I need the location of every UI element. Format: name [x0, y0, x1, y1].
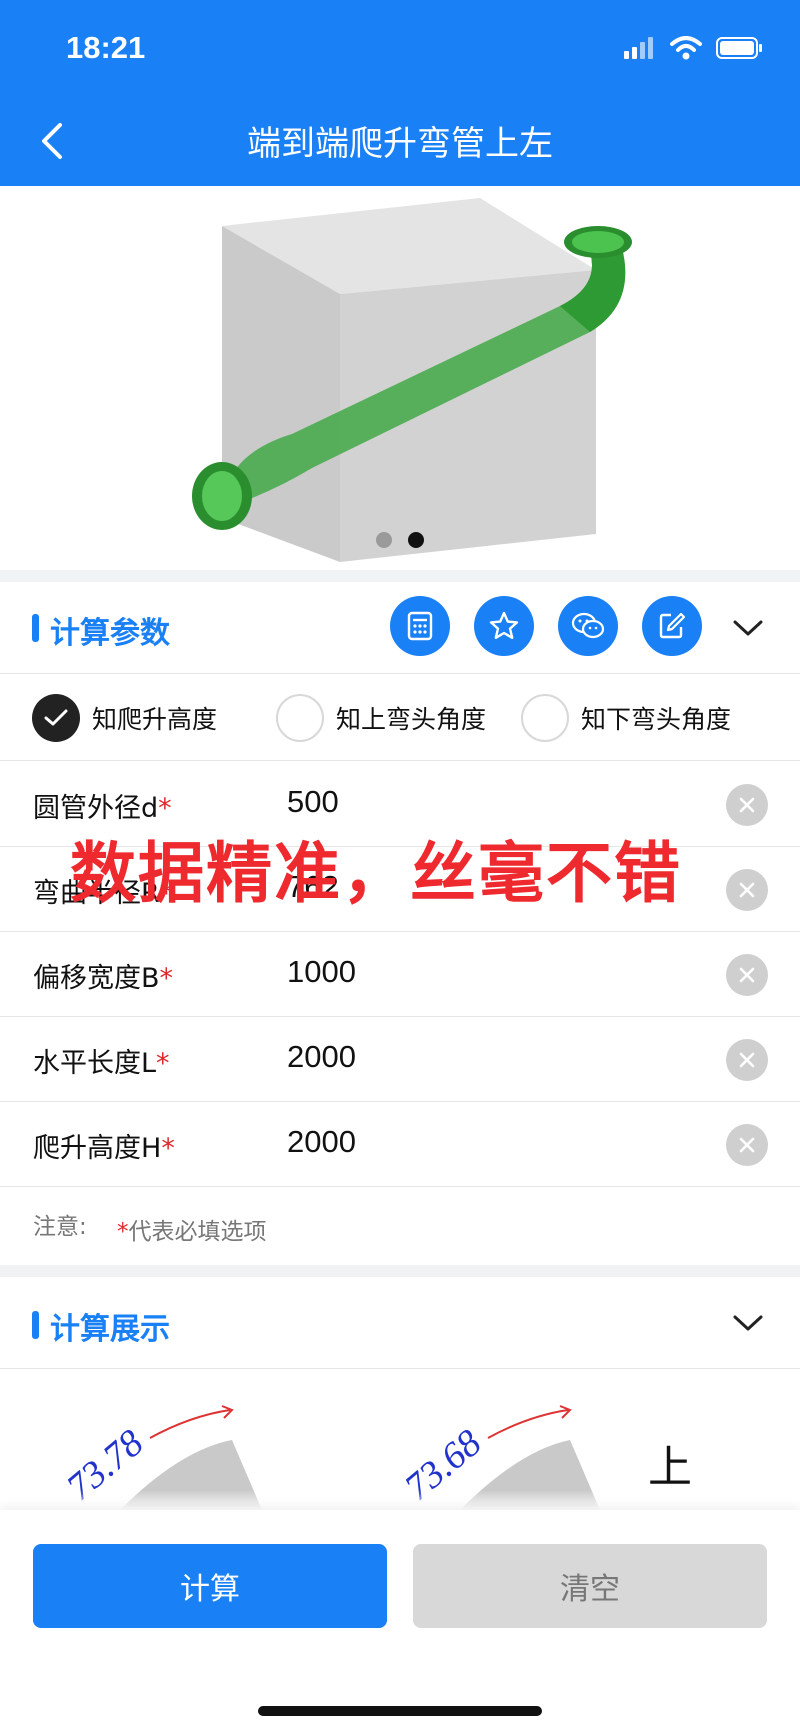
wechat-share-button[interactable] [558, 596, 618, 656]
home-indicator[interactable] [258, 1706, 542, 1716]
note-text: *代表必填选项 [117, 1219, 267, 1245]
unfold-drawing: 73.78 73.68 上 [59, 1405, 692, 1510]
hero-carousel[interactable] [0, 186, 800, 570]
climb-height-input[interactable]: 2000 [287, 1124, 356, 1160]
clear-field-button[interactable] [726, 1124, 768, 1166]
calculate-button[interactable]: 计算 [33, 1544, 387, 1628]
display-section-header: 计算展示 [0, 1277, 800, 1369]
favorite-button[interactable] [474, 596, 534, 656]
mode-option-climb-height[interactable]: 知爬升高度 [32, 694, 217, 742]
promo-overlay-text: 数据精准，丝毫不错 [70, 835, 682, 912]
radio-checked[interactable] [32, 694, 80, 742]
carousel-dot-active[interactable] [408, 532, 424, 548]
clear-all-button[interactable]: 清空 [413, 1544, 767, 1628]
close-icon [739, 1052, 755, 1068]
section-accent-bar [32, 1311, 39, 1339]
field-horizontal-length: 水平长度L* 2000 [0, 1017, 800, 1102]
mode-label: 知下弯头角度 [581, 705, 732, 734]
horizontal-length-input[interactable]: 2000 [287, 1039, 356, 1075]
close-icon [739, 882, 755, 898]
wechat-icon [571, 612, 605, 639]
chevron-down-icon [733, 1315, 763, 1331]
offset-width-input[interactable]: 1000 [287, 954, 356, 990]
preview-fade [0, 1490, 800, 1510]
carousel-dot[interactable] [376, 532, 392, 548]
status-time: 18:21 [66, 30, 146, 65]
mode-selector: 知爬升高度 知上弯头角度 知下弯头角度 [0, 673, 800, 761]
signal-icon [624, 37, 653, 59]
params-collapse-toggle[interactable] [728, 608, 768, 648]
close-icon [739, 967, 755, 983]
close-icon [739, 1137, 755, 1153]
field-climb-height: 爬升高度H* 2000 [0, 1102, 800, 1187]
field-label: 爬升高度H* [33, 1133, 175, 1164]
field-label: 偏移宽度B* [33, 963, 174, 994]
chevron-down-icon [733, 620, 763, 636]
clear-field-button[interactable] [726, 1039, 768, 1081]
check-icon [44, 709, 68, 726]
edit-icon [659, 612, 686, 639]
clear-field-button[interactable] [726, 784, 768, 826]
clear-field-button[interactable] [726, 954, 768, 996]
note-label: 注意: [33, 1214, 87, 1240]
mode-option-upper-angle[interactable]: 知上弯头角度 [276, 694, 486, 742]
battery-icon [716, 37, 762, 59]
unfold-direction-char: 上 [648, 1443, 692, 1492]
mode-label: 知上弯头角度 [336, 705, 487, 734]
page-title: 端到端爬升弯管上左 [247, 124, 553, 164]
calculator-button[interactable] [390, 596, 450, 656]
section-gap [0, 570, 800, 582]
field-offset-width: 偏移宽度B* 1000 [0, 932, 800, 1017]
pipe-illustration [192, 198, 632, 562]
section-accent-bar [32, 614, 39, 642]
top-bar: 18:21 端到端爬升弯管上左 [0, 0, 800, 186]
params-section-title: 计算参数 [50, 616, 170, 651]
clear-field-button[interactable] [726, 869, 768, 911]
mode-label: 知爬升高度 [92, 705, 218, 734]
wifi-icon [670, 36, 702, 60]
display-collapse-toggle[interactable] [728, 1303, 768, 1343]
field-label: 水平长度L* [33, 1048, 170, 1079]
radio-unchecked[interactable] [276, 694, 324, 742]
bottom-action-bar: 计算 清空 [0, 1510, 800, 1731]
section-gap [0, 1265, 800, 1277]
carousel-dots [0, 532, 800, 548]
edit-button[interactable] [642, 596, 702, 656]
close-icon [739, 797, 755, 813]
display-section-title: 计算展示 [50, 1312, 170, 1347]
radio-unchecked[interactable] [521, 694, 569, 742]
status-icons [624, 36, 764, 60]
mode-option-lower-angle[interactable]: 知下弯头角度 [521, 694, 731, 742]
calc-preview: 73.78 73.68 上 [0, 1370, 800, 1510]
calculator-icon [407, 611, 433, 641]
outer-diameter-input[interactable]: 500 [287, 784, 339, 820]
star-icon [489, 611, 519, 639]
params-section-header: 计算参数 [0, 582, 800, 674]
